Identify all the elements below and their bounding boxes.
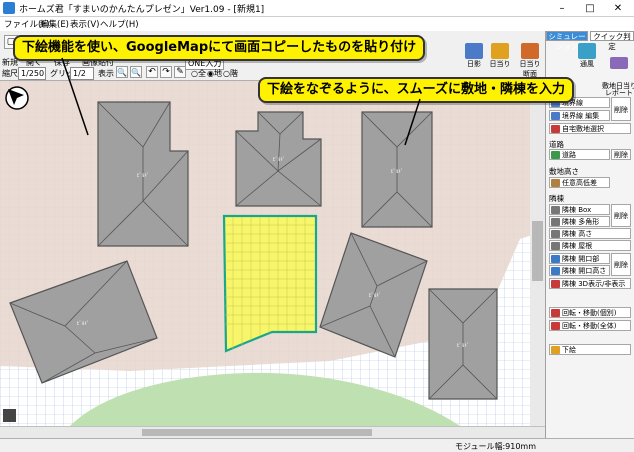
callout-pointers <box>61 57 421 146</box>
callout-right-pointer <box>404 98 421 146</box>
callout-top-pointer <box>61 57 89 136</box>
